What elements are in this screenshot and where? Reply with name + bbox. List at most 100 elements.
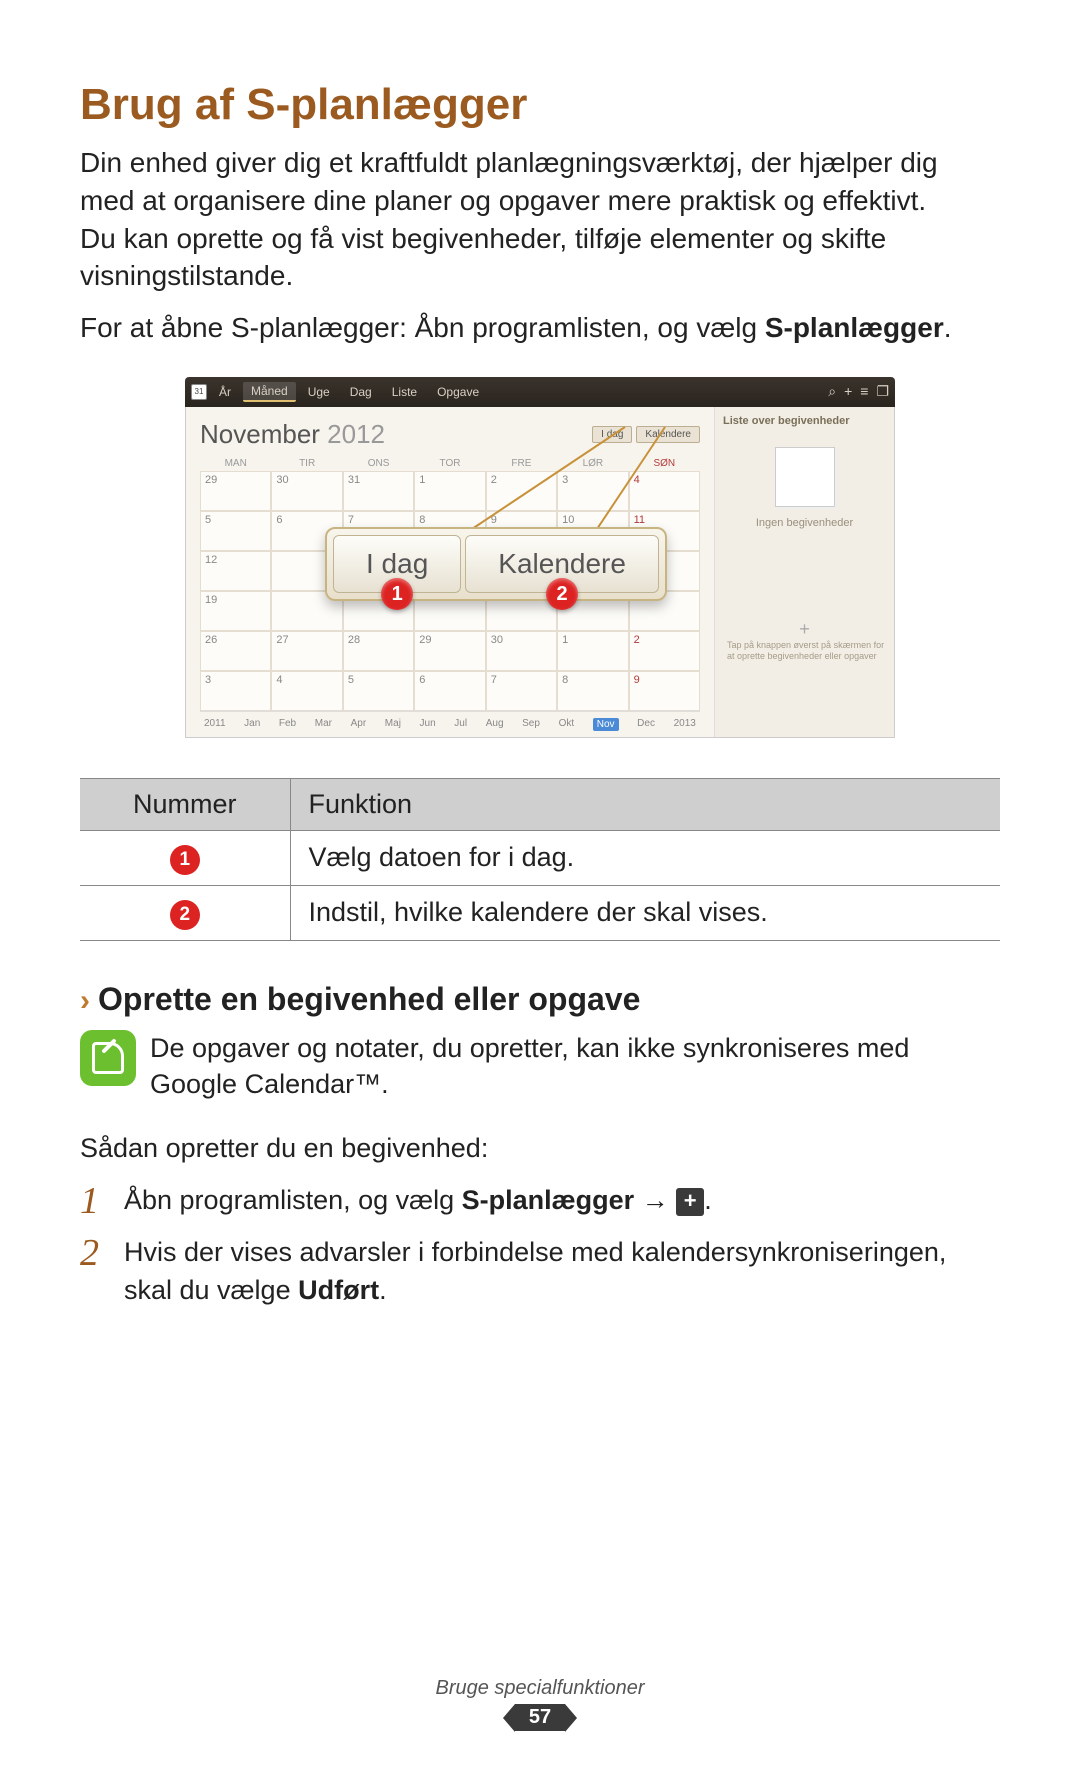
calendar-cell[interactable]: 1 <box>557 631 628 671</box>
calendar-cell[interactable]: 29 <box>414 631 485 671</box>
calendar-cell[interactable]: 29 <box>200 471 271 511</box>
app-screenshot: 31 År Måned Uge Dag Liste Opgave ⌕ + ≡ ❐… <box>185 377 895 738</box>
step1-d: . <box>704 1185 712 1215</box>
intro-paragraph-2: For at åbne S-planlægger: Åbn programlis… <box>80 309 960 347</box>
note-icon <box>80 1030 136 1086</box>
calendar-cell[interactable]: 5 <box>343 671 414 711</box>
monthbar-item[interactable]: 2011 <box>204 718 226 731</box>
intro-paragraph-1: Din enhed giver dig et kraftfuldt planlæ… <box>80 144 960 295</box>
empty-paper-icon <box>775 447 835 507</box>
calendar-cell[interactable]: 26 <box>200 631 271 671</box>
steps-lead: Sådan opretter du en begivenhed: <box>80 1133 1000 1164</box>
th-number: Nummer <box>80 778 290 830</box>
monthbar-item[interactable]: Jun <box>420 718 436 731</box>
plus-icon: + <box>676 1188 704 1216</box>
calendar-cell[interactable]: 5 <box>200 511 271 551</box>
sidebar-tip: Tap på knappen øverst på skærmen for at … <box>727 640 886 662</box>
calendar-cell[interactable]: 27 <box>271 631 342 671</box>
steps-list: 1 Åbn programlisten, og vælg S-planlægge… <box>80 1182 1000 1310</box>
sidebar-plus-icon: + <box>799 619 810 640</box>
function-table: Nummer Funktion 1 Vælg datoen for i dag.… <box>80 778 1000 941</box>
calendar-cell[interactable]: 31 <box>343 471 414 511</box>
monthbar-item[interactable]: Sep <box>522 718 540 731</box>
callout-badge-1: 1 <box>381 578 413 610</box>
month-bar: 2011 Jan Feb Mar Apr Maj Jun Jul Aug Sep Okt Nov Dec… <box>200 711 700 737</box>
calendar-cell[interactable]: 12 <box>200 551 271 591</box>
dow-wed: ONS <box>343 456 414 471</box>
callout-badge-2: 2 <box>546 578 578 610</box>
dow-sat: LØR <box>557 456 628 471</box>
intro2-bold: S-planlægger <box>765 312 944 343</box>
window-icon[interactable]: ❐ <box>876 383 889 400</box>
callout-calendars-label: Kalendere <box>498 548 626 579</box>
tab-list[interactable]: Liste <box>384 383 425 401</box>
calendar-cell[interactable]: 4 <box>629 471 700 511</box>
callout-box: I dag 1 Kalendere 2 <box>325 527 667 601</box>
month-title: November 2012 <box>200 419 385 450</box>
monthbar-item[interactable]: 2013 <box>674 718 696 731</box>
tab-month[interactable]: Måned <box>243 382 296 402</box>
tab-week[interactable]: Uge <box>300 383 338 401</box>
calendar-cell[interactable]: 4 <box>271 671 342 711</box>
dow-tue: TIR <box>271 456 342 471</box>
monthbar-item[interactable]: Apr <box>351 718 367 731</box>
calendar-cell[interactable]: 3 <box>557 471 628 511</box>
tab-task[interactable]: Opgave <box>429 383 487 401</box>
callout-today-label: I dag <box>366 548 428 579</box>
calendar-cell[interactable]: 19 <box>200 591 271 631</box>
calendar-cell[interactable]: 7 <box>486 671 557 711</box>
monthbar-item[interactable]: Dec <box>637 718 655 731</box>
menu-icon[interactable]: ≡ <box>860 383 868 400</box>
page-number: 57 <box>515 1704 565 1731</box>
step-num-2: 2 <box>80 1234 108 1310</box>
monthbar-item[interactable]: Jan <box>244 718 260 731</box>
intro2-text-c: . <box>944 312 952 343</box>
screenshot-wrap: 31 År Måned Uge Dag Liste Opgave ⌕ + ≡ ❐… <box>185 377 895 738</box>
page-title: Brug af S-planlægger <box>80 80 1000 130</box>
step2-c: . <box>379 1275 387 1305</box>
monthbar-item[interactable]: Maj <box>385 718 401 731</box>
mini-calendars-button[interactable]: Kalendere <box>636 426 700 443</box>
dow-row: MAN TIR ONS TOR FRE LØR SØN <box>200 456 700 471</box>
step-1: 1 Åbn programlisten, og vælg S-planlægge… <box>80 1182 1000 1220</box>
calendar-cell[interactable]: 1 <box>414 471 485 511</box>
calendar-cell[interactable]: 6 <box>414 671 485 711</box>
monthbar-item[interactable]: Jul <box>454 718 467 731</box>
events-sidebar: Liste over begivenheder Ingen begivenhed… <box>714 407 894 737</box>
calendar-cell[interactable]: 8 <box>557 671 628 711</box>
calendar-app-icon: 31 <box>191 384 207 400</box>
monthbar-item[interactable]: Nov <box>593 718 619 731</box>
row2-text: Indstil, hvilke kalendere der skal vises… <box>290 885 1000 940</box>
sub-heading-text: Oprette en begivenhed eller opgave <box>98 981 640 1017</box>
th-function: Funktion <box>290 778 1000 830</box>
mini-today-button[interactable]: I dag <box>592 426 632 443</box>
step1-c: → <box>634 1185 676 1215</box>
calendar-cell[interactable]: 3 <box>200 671 271 711</box>
monthbar-item[interactable]: Okt <box>559 718 575 731</box>
dow-sun: SØN <box>629 456 700 471</box>
table-row: 1 Vælg datoen for i dag. <box>80 830 1000 885</box>
callout-today-button[interactable]: I dag 1 <box>333 535 461 593</box>
search-icon[interactable]: ⌕ <box>828 383 836 400</box>
calendar-cell[interactable]: 9 <box>629 671 700 711</box>
calendar-cell[interactable]: 30 <box>271 471 342 511</box>
tab-day[interactable]: Dag <box>342 383 380 401</box>
step2-a: Hvis der vises advarsler i forbindelse m… <box>124 1237 946 1305</box>
calendar-cell[interactable]: 28 <box>343 631 414 671</box>
monthbar-item[interactable]: Aug <box>486 718 504 731</box>
tab-year[interactable]: År <box>211 383 239 401</box>
monthbar-item[interactable]: Feb <box>279 718 296 731</box>
row2-badge: 2 <box>170 900 200 930</box>
chevron-icon: › <box>80 984 90 1017</box>
row1-badge: 1 <box>170 845 200 875</box>
calendar-cell[interactable]: 2 <box>486 471 557 511</box>
add-icon[interactable]: + <box>844 383 852 400</box>
monthbar-item[interactable]: Mar <box>315 718 332 731</box>
callout-calendars-button[interactable]: Kalendere 2 <box>465 535 659 593</box>
step-2: 2 Hvis der vises advarsler i forbindelse… <box>80 1234 1000 1310</box>
intro2-text-a: For at åbne S-planlægger: Åbn programlis… <box>80 312 765 343</box>
calendar-cell[interactable]: 2 <box>629 631 700 671</box>
step1-b: S-planlægger <box>462 1185 635 1215</box>
calendar-cell[interactable]: 30 <box>486 631 557 671</box>
note-text: De opgaver og notater, du opretter, kan … <box>150 1030 1000 1103</box>
